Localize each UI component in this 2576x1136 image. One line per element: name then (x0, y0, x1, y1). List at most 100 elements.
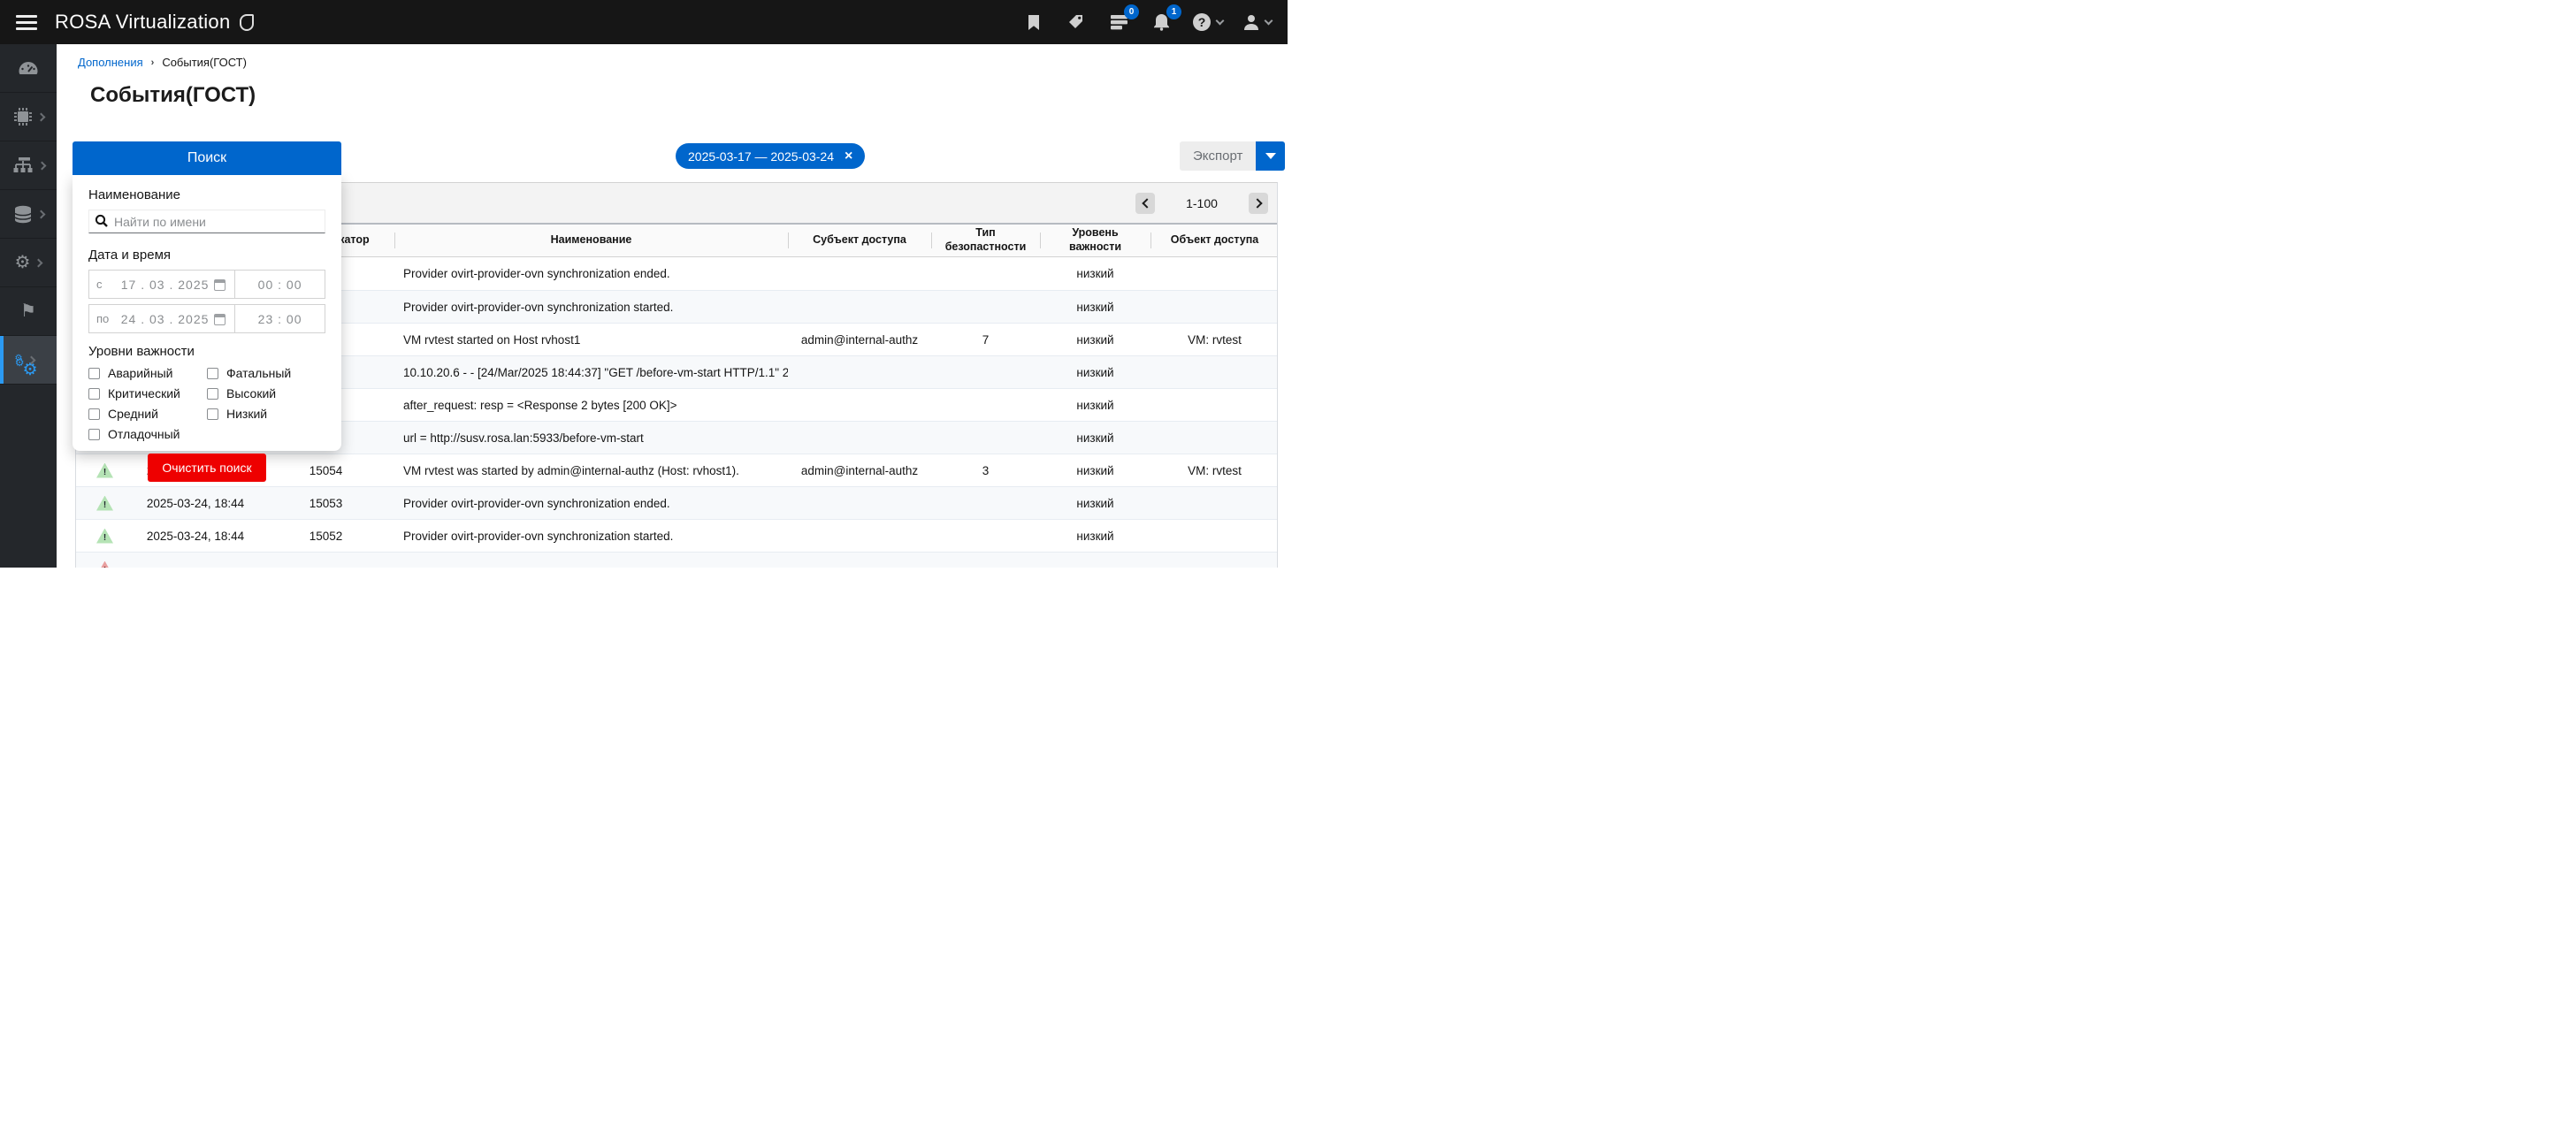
table-row[interactable]: !2025-03-24, 18:4415052Provider ovirt-pr… (76, 519, 1277, 552)
time-to-input[interactable]: 23 : 00 (235, 304, 325, 333)
pagination-next-button[interactable] (1249, 193, 1268, 214)
bookmark-icon[interactable] (1022, 11, 1045, 34)
date-from-value: 17 . 03 . 2025 (121, 278, 210, 292)
column-header-object[interactable]: Объект доступа (1150, 225, 1278, 256)
sidebar-item-compute[interactable] (0, 93, 57, 141)
severity-checkbox-6[interactable]: Отладочный (88, 427, 207, 441)
help-caret-icon (1216, 17, 1225, 26)
date-filter-chip[interactable]: 2025-03-17 — 2025-03-24 × (676, 143, 865, 169)
sidebar-item-storage[interactable] (0, 190, 57, 239)
calendar-icon[interactable] (214, 314, 225, 325)
cell-object: VM: rvtest (1150, 324, 1278, 355)
severity-checkbox-5[interactable]: Низкий (207, 407, 325, 421)
sidebar-item-network[interactable] (0, 141, 57, 190)
table-row[interactable]: !2025-03-24, 18:4415053Provider ovirt-pr… (76, 486, 1277, 519)
column-header-severity-level[interactable]: Уровень важности (1040, 225, 1150, 256)
cell-date: 2025-03-24, 18:44 (134, 487, 257, 519)
cell-name (394, 553, 788, 568)
checkbox-icon[interactable] (207, 408, 218, 420)
warning-triangle-icon: ! (96, 496, 113, 511)
cell-severity-level: низкий (1040, 291, 1150, 323)
cell-name: VM rvtest was started by admin@internal-… (394, 454, 788, 486)
cell-object (1150, 356, 1278, 388)
rosa-logo-icon (240, 14, 254, 31)
chevron-left-icon (1142, 198, 1151, 208)
time-from-input[interactable]: 00 : 00 (235, 270, 325, 299)
page-title: События(ГОСТ) (90, 83, 256, 108)
export-button[interactable]: Экспорт (1180, 141, 1256, 171)
severity-checkbox-3[interactable]: Высокий (207, 386, 325, 400)
table-row[interactable]: ! (76, 552, 1277, 568)
pagination-prev-button[interactable] (1135, 193, 1155, 214)
sidebar-item-dashboard[interactable] (0, 44, 57, 93)
cell-object (1150, 487, 1278, 519)
cell-severity-level: низкий (1040, 389, 1150, 421)
tags-icon[interactable] (1065, 11, 1088, 34)
severity-checkbox-2[interactable]: Критический (88, 386, 207, 400)
date-to-input[interactable]: по 24 . 03 . 2025 (88, 304, 235, 333)
checkbox-icon[interactable] (88, 368, 100, 379)
cell-subject (788, 389, 931, 421)
cell-name: after_request: resp = <Response 2 bytes … (394, 389, 788, 421)
export-dropdown-toggle[interactable] (1256, 141, 1285, 171)
checkbox-icon[interactable] (88, 429, 100, 440)
severity-checkbox-1[interactable]: Фатальный (207, 366, 325, 380)
cell-security-type (931, 553, 1040, 568)
cell-severity: ! (76, 520, 134, 552)
date-from-input[interactable]: с 17 . 03 . 2025 (88, 270, 235, 299)
cell-name: url = http://susv.rosa.lan:5933/before-v… (394, 422, 788, 454)
column-header-subject[interactable]: Субъект доступа (788, 225, 931, 256)
cell-security-type (931, 389, 1040, 421)
date-filter-chip-label: 2025-03-17 — 2025-03-24 (688, 149, 834, 164)
storage-icon (13, 205, 33, 224)
cell-severity-level: низкий (1040, 520, 1150, 552)
notifications-bell-icon[interactable]: 1 (1150, 11, 1173, 34)
user-menu[interactable] (1242, 13, 1272, 31)
severity-checkbox-label: Низкий (226, 407, 267, 421)
cell-object: VM: rvtest (1150, 454, 1278, 486)
sidebar-item-extensions-gears[interactable]: ⚙⚙⚙ (0, 336, 57, 385)
cell-name: Provider ovirt-provider-ovn synchronizat… (394, 487, 788, 519)
app-title: ROSA Virtualization (55, 11, 231, 34)
nav-toggle-hamburger-icon[interactable] (16, 15, 37, 30)
severity-checkbox-0[interactable]: Аварийный (88, 366, 207, 380)
tasks-icon[interactable]: 0 (1107, 11, 1130, 34)
chevron-right-icon (1252, 198, 1262, 208)
column-header-name[interactable]: Наименование (394, 225, 788, 256)
cell-security-type: 7 (931, 324, 1040, 355)
checkbox-icon[interactable] (207, 368, 218, 379)
warning-triangle-icon: ! (96, 529, 113, 544)
clear-search-button[interactable]: Очистить поиск (148, 454, 265, 482)
cell-security-type: 3 (931, 454, 1040, 486)
checkbox-icon[interactable] (88, 408, 100, 420)
notifications-count-badge: 1 (1166, 4, 1181, 19)
sidebar-item-administration[interactable]: ⚙ (0, 239, 57, 287)
chevron-right-icon (34, 258, 43, 267)
date-to-prefix: по (96, 312, 119, 325)
help-menu[interactable]: ? (1192, 12, 1223, 32)
calendar-icon[interactable] (214, 279, 225, 291)
cell-security-type (931, 356, 1040, 388)
checkbox-icon[interactable] (207, 388, 218, 400)
severity-checkbox-4[interactable]: Средний (88, 407, 207, 421)
search-button[interactable]: Поиск (73, 141, 341, 175)
checkbox-icon[interactable] (88, 388, 100, 400)
administration-icon: ⚙ (15, 254, 31, 272)
sidebar-item-events-flag[interactable]: ⚑ (0, 287, 57, 336)
cell-severity-level (1040, 553, 1150, 568)
cell-subject (788, 422, 931, 454)
user-caret-icon (1265, 17, 1273, 26)
cell-object (1150, 553, 1278, 568)
breadcrumb-link-additions[interactable]: Дополнения (78, 56, 143, 69)
search-by-name-input[interactable] (88, 210, 325, 233)
search-icon (95, 214, 109, 228)
cell-severity-level: низкий (1040, 487, 1150, 519)
chip-close-icon[interactable]: × (845, 149, 852, 164)
cell-subject (788, 356, 931, 388)
column-header-security-type[interactable]: Тип безопастности (931, 225, 1040, 256)
cell-id: 15052 (257, 520, 394, 552)
search-widget: Поиск Наименование Дата и время с 17 . 0… (73, 141, 341, 451)
name-section-label: Наименование (88, 187, 325, 202)
cell-security-type (931, 487, 1040, 519)
severity-checkbox-label: Фатальный (226, 366, 291, 380)
